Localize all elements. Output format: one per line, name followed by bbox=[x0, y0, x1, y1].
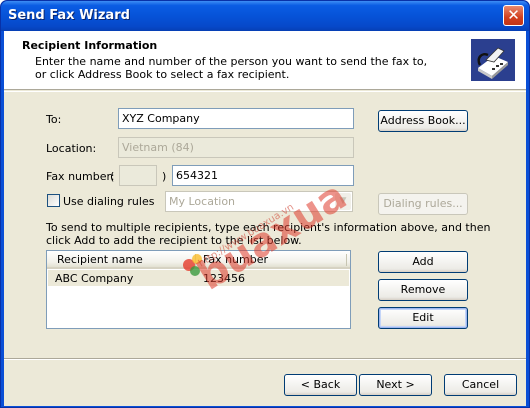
recipient-fax-cell: 123456 bbox=[203, 272, 245, 285]
location-field: Vietnam (84) bbox=[118, 137, 354, 158]
wizard-header: Recipient Information Enter the name and… bbox=[4, 31, 526, 90]
page-title: Recipient Information bbox=[22, 39, 158, 52]
dialing-location-value: My Location bbox=[169, 195, 236, 208]
location-label: Location: bbox=[46, 142, 97, 155]
page-description: Enter the name and number of the person … bbox=[35, 55, 435, 81]
column-header-fax-number[interactable]: Fax number bbox=[203, 253, 268, 266]
next-button[interactable]: Next > bbox=[359, 374, 432, 396]
use-dialing-rules-label[interactable]: Use dialing rules bbox=[63, 195, 154, 208]
title-bar[interactable]: Send Fax Wizard ✕ bbox=[1, 1, 529, 31]
area-code-open-paren: ( bbox=[110, 170, 115, 183]
table-row[interactable]: ABC Company 123456 bbox=[48, 270, 349, 286]
fax-number-label: Fax number: bbox=[46, 170, 115, 183]
to-label: To: bbox=[46, 113, 62, 126]
instructions-text: To send to multiple recipients, type eac… bbox=[46, 221, 516, 247]
remove-button[interactable]: Remove bbox=[378, 279, 468, 301]
column-header-recipient-name[interactable]: Recipient name bbox=[57, 253, 143, 266]
send-fax-wizard-window: Send Fax Wizard ✕ Recipient Information … bbox=[0, 0, 530, 408]
dialing-location-select: My Location ▼ bbox=[165, 191, 353, 212]
use-dialing-rules-checkbox[interactable] bbox=[47, 194, 60, 207]
close-button[interactable]: ✕ bbox=[503, 5, 524, 26]
back-button[interactable]: < Back bbox=[284, 374, 357, 396]
add-button[interactable]: Add bbox=[378, 251, 468, 273]
header-divider bbox=[4, 91, 526, 92]
page-description-line-1: Enter the name and number of the person … bbox=[35, 55, 428, 68]
footer-divider bbox=[4, 358, 526, 360]
column-divider[interactable] bbox=[195, 254, 196, 266]
fax-number-field[interactable]: 654321 bbox=[172, 165, 354, 186]
page-description-line-2: or click Address Book to select a fax re… bbox=[35, 68, 290, 81]
to-field[interactable]: XYZ Company bbox=[118, 108, 354, 129]
instructions-line-2: click Add to add the recipient to the li… bbox=[46, 234, 302, 247]
area-code-field bbox=[119, 165, 157, 186]
chevron-down-icon: ▼ bbox=[335, 193, 351, 210]
address-book-button[interactable]: Address Book... bbox=[378, 110, 468, 132]
instructions-line-1: To send to multiple recipients, type eac… bbox=[46, 221, 491, 234]
close-icon: ✕ bbox=[507, 6, 520, 24]
column-divider[interactable] bbox=[346, 254, 347, 266]
recipient-list[interactable]: Recipient name Fax number ABC Company 12… bbox=[46, 250, 351, 329]
cancel-button[interactable]: Cancel bbox=[444, 374, 517, 396]
edit-button[interactable]: Edit bbox=[378, 307, 468, 329]
area-code-close-paren: ) bbox=[162, 170, 167, 183]
window-title: Send Fax Wizard bbox=[8, 8, 130, 23]
fax-machine-icon bbox=[471, 39, 515, 81]
recipient-name-cell: ABC Company bbox=[55, 272, 134, 285]
dialing-rules-button: Dialing rules... bbox=[378, 193, 468, 215]
recipient-list-header: Recipient name Fax number bbox=[47, 251, 350, 269]
dialog-client-area: Recipient Information Enter the name and… bbox=[4, 31, 526, 406]
